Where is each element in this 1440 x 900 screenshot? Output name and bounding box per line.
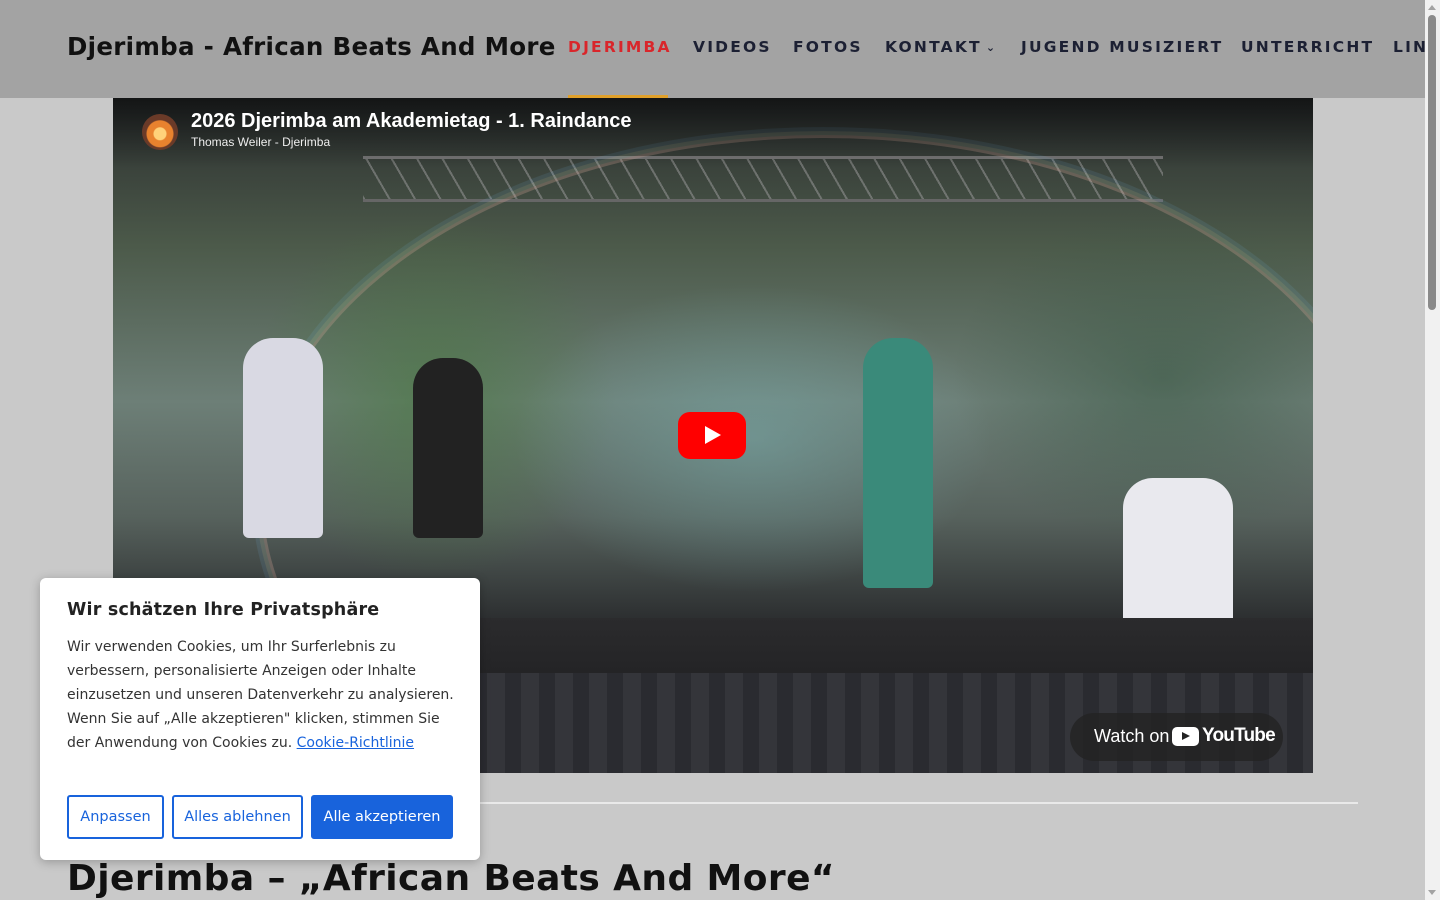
nav-item-videos[interactable]: VIDEOS [693, 38, 772, 56]
cookie-title: Wir schätzen Ihre Privatsphäre [67, 600, 380, 620]
nav-item-jugend-musiziert[interactable]: JUGEND MUSIZIERT [1021, 38, 1223, 56]
chevron-down-icon: ⌄ [985, 41, 996, 54]
performer-keyboard [243, 338, 323, 538]
reject-all-button[interactable]: Alles ablehnen [172, 795, 303, 839]
performer-flute [863, 338, 933, 588]
youtube-logo-icon [1172, 727, 1199, 746]
performer-tabla [1123, 478, 1233, 628]
scroll-up-icon[interactable] [1428, 5, 1436, 10]
watch-on-label: Watch on [1094, 726, 1170, 746]
watch-on-youtube-button[interactable]: Watch on YouTube [1070, 713, 1283, 761]
video-channel: Thomas Weiler - Djerimba [191, 135, 331, 149]
site-title[interactable]: Djerimba - African Beats And More [67, 32, 556, 61]
scrollbar-thumb[interactable] [1428, 15, 1436, 310]
nav-item-kontakt[interactable]: KONTAKT ⌄ [885, 38, 995, 56]
customize-button[interactable]: Anpassen [67, 795, 164, 839]
cookie-consent-banner: Wir schätzen Ihre Privatsphäre Wir verwe… [40, 578, 480, 860]
accept-all-button[interactable]: Alle akzeptieren [311, 795, 453, 839]
scroll-down-icon[interactable] [1428, 890, 1436, 895]
channel-avatar[interactable] [142, 114, 178, 150]
youtube-wordmark: YouTube [1202, 725, 1276, 746]
page-title: Djerimba – „African Beats And More“ [67, 858, 835, 899]
nav-item-links[interactable]: LIN [1393, 38, 1425, 56]
nav-item-unterricht[interactable]: UNTERRICHT [1241, 38, 1374, 56]
page-scrollbar[interactable] [1425, 0, 1440, 900]
play-button[interactable] [678, 412, 746, 459]
cookie-description: Wir verwenden Cookies, um Ihr Surferlebn… [67, 635, 457, 755]
video-title-bar [113, 98, 1313, 168]
nav-item-kontakt-label: KONTAKT [885, 38, 982, 56]
performer-marimba [413, 358, 483, 538]
site-header: Djerimba - African Beats And More DJERIM… [0, 0, 1425, 98]
cookie-policy-link[interactable]: Cookie-Richtlinie [297, 735, 414, 751]
video-title[interactable]: 2026 Djerimba am Akademietag - 1. Rainda… [191, 110, 632, 133]
play-icon [705, 426, 721, 444]
nav-item-djerimba[interactable]: DJERIMBA [568, 38, 672, 56]
nav-item-fotos[interactable]: FOTOS [793, 38, 863, 56]
